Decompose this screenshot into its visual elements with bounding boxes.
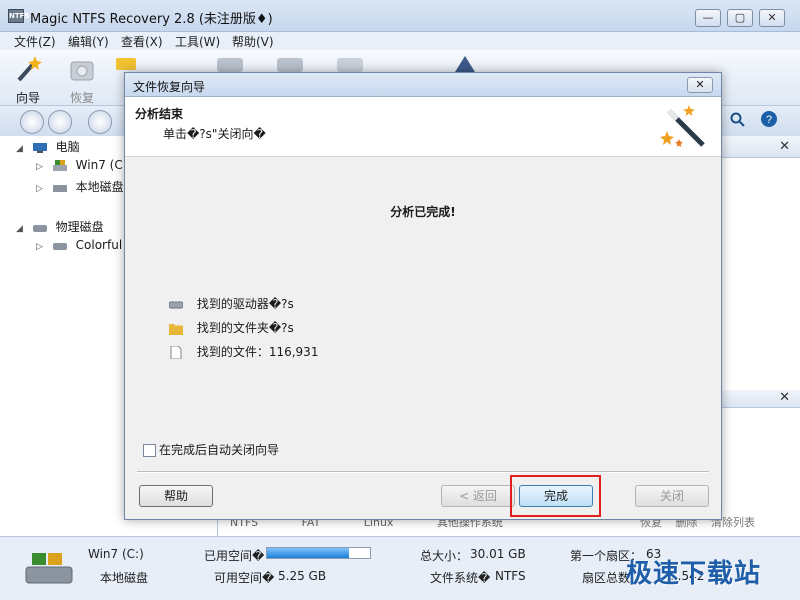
expand-arrow-icon[interactable]: ▷ xyxy=(36,162,48,172)
window-title: Magic NTFS Recovery 2.8 (未注册版♦) xyxy=(30,12,273,27)
back-nav-button[interactable] xyxy=(20,110,44,134)
found-folders-text: 找到的文件夹�?s xyxy=(196,321,294,335)
found-drives-row: 找到的驱动器�?s xyxy=(169,295,294,312)
forward-nav-button[interactable] xyxy=(48,110,72,134)
disk-tool-icon-2[interactable] xyxy=(275,54,305,74)
expand-arrow-icon[interactable]: ◢ xyxy=(16,144,28,154)
svg-text:?: ? xyxy=(766,114,772,126)
close-panel-icon[interactable]: ✕ xyxy=(779,390,790,405)
menu-bar: 文件(Z) 编辑(Y) 查看(X) 工具(W) 帮助(V) xyxy=(0,32,800,50)
maximize-button[interactable]: ▢ xyxy=(727,9,753,27)
expand-arrow-icon[interactable]: ▷ xyxy=(36,184,48,194)
sector-count-label: 扇区总数 xyxy=(582,571,631,585)
menu-help[interactable]: 帮助(V) xyxy=(232,33,274,50)
dialog-header: 分析结束 单击�?s"关闭向� xyxy=(125,97,721,157)
help-icon[interactable]: ? xyxy=(760,110,778,128)
expand-arrow-icon[interactable]: ◢ xyxy=(16,224,28,234)
found-drives-text: 找到的驱动器�?s xyxy=(196,297,294,311)
main-titlebar: NTFS Magic NTFS Recovery 2.8 (未注册版♦) — ▢… xyxy=(0,0,800,32)
dialog-header-subtitle: 单击�?s"关闭向� xyxy=(163,127,266,141)
used-space-fill xyxy=(267,548,350,558)
tree-item-colorful[interactable]: ▷ Colorful S xyxy=(36,238,134,256)
hard-drive-icon xyxy=(52,242,67,250)
physical-disk-icon xyxy=(32,224,47,232)
used-space-label: 已用空间� xyxy=(204,549,265,563)
drive-large-icon xyxy=(25,553,73,584)
dialog-header-title: 分析结束 xyxy=(135,107,184,121)
auto-close-checkbox[interactable] xyxy=(143,444,156,457)
free-space-label: 可用空间� xyxy=(214,571,275,585)
found-folders-row: 找到的文件夹�?s xyxy=(169,319,294,336)
watermark-text: 极速下载站 xyxy=(626,559,762,589)
total-size-label: 总大小： xyxy=(420,549,469,563)
menu-file[interactable]: 文件(Z) xyxy=(14,33,56,50)
menu-view[interactable]: 查看(X) xyxy=(121,33,163,50)
computer-icon xyxy=(32,142,47,153)
tree-item-win7[interactable]: ▷ Win7 (C:) xyxy=(36,158,131,176)
search-icon[interactable] xyxy=(730,112,746,128)
auto-close-row[interactable]: 在完成后自动关闭向导 xyxy=(143,441,279,458)
help-button[interactable]: 帮助 xyxy=(139,485,213,507)
fs-value: NTFS xyxy=(495,569,526,583)
highlight-box xyxy=(510,475,601,517)
key-icon xyxy=(116,58,136,70)
back-button[interactable]: < 返回 xyxy=(441,485,515,507)
found-files-row: 找到的文件：116,931 xyxy=(169,343,318,360)
disk-tool-icon-1[interactable] xyxy=(215,54,245,74)
close-panel-icon[interactable]: ✕ xyxy=(779,139,790,154)
restore-label: 恢复 xyxy=(69,91,94,105)
hard-drive-icon xyxy=(52,184,67,192)
close-window-button[interactable]: ✕ xyxy=(759,9,785,27)
status-drive-type: 本地磁盘 xyxy=(100,571,149,585)
folder-icon xyxy=(169,324,183,335)
status-drive-name: Win7 (C:) xyxy=(88,547,144,561)
dialog-close-button[interactable]: ✕ xyxy=(687,77,713,93)
tree-label-physical: 物理磁盘 xyxy=(55,220,104,234)
app-logo-icon: NTFS xyxy=(8,9,29,23)
up-nav-button[interactable] xyxy=(88,110,112,134)
analysis-complete-message: 分析已完成! xyxy=(390,205,456,219)
disk-tool-icon-3[interactable] xyxy=(335,54,365,74)
close-button[interactable]: 关闭 xyxy=(635,485,709,507)
found-files-text: 找到的文件：116,931 xyxy=(196,345,319,359)
drive-icon xyxy=(169,301,183,309)
wizard-label: 向导 xyxy=(15,91,40,105)
tree-item-physical[interactable]: ◢ 物理磁盘 xyxy=(16,218,104,236)
file-icon xyxy=(170,346,182,359)
dialog-titlebar: 文件恢复向导 ✕ xyxy=(125,73,721,97)
tree-label-computer: 电脑 xyxy=(55,140,80,154)
used-space-bar xyxy=(266,547,371,559)
windows-drive-icon xyxy=(52,159,67,171)
menu-tools[interactable]: 工具(W) xyxy=(175,33,220,50)
menu-edit[interactable]: 编辑(Y) xyxy=(68,33,109,50)
wizard-tool[interactable]: 向导 xyxy=(4,54,52,106)
magic-wand-icon xyxy=(660,105,705,147)
free-space-value: 5.25 GB xyxy=(278,569,327,583)
tree-item-computer[interactable]: ◢ 电脑 xyxy=(16,138,80,156)
register-wizard-icon[interactable] xyxy=(450,54,480,74)
minimize-button[interactable]: — xyxy=(695,9,721,27)
dialog-title: 文件恢复向导 xyxy=(133,80,206,94)
recovery-wizard-dialog: 文件恢复向导 ✕ 分析结束 单击�?s"关闭向� 分析已完成! 找到的驱动器�?… xyxy=(124,72,722,520)
tree-item-local-disk[interactable]: ▷ 本地磁盘 ( xyxy=(36,178,132,196)
restore-camera-icon xyxy=(70,61,94,81)
expand-arrow-icon[interactable]: ▷ xyxy=(36,242,48,252)
fs-label: 文件系统� xyxy=(430,571,491,585)
restore-tool[interactable]: 恢复 xyxy=(58,54,106,106)
total-size-value: 30.01 GB xyxy=(470,547,526,561)
wizard-wand-icon xyxy=(17,56,42,82)
auto-close-label: 在完成后自动关闭向导 xyxy=(159,443,280,457)
dialog-separator xyxy=(137,471,709,473)
